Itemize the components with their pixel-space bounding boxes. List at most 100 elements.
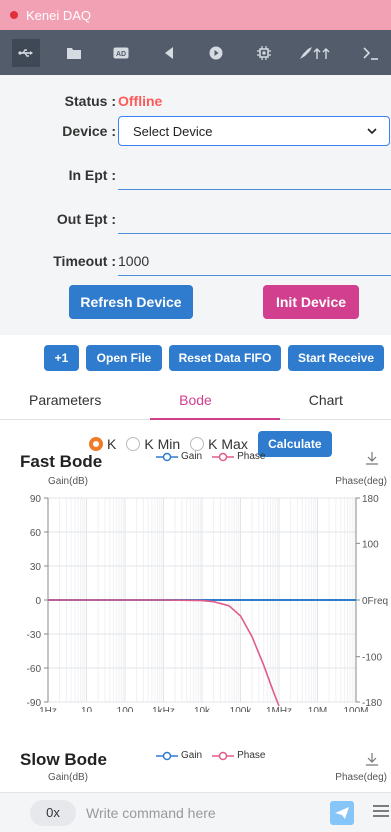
status-label: Status : xyxy=(64,93,116,109)
fast-bode-legend: Gain Phase xyxy=(156,451,275,462)
y-tick-label: 60 xyxy=(30,528,42,539)
in-ept-row: In Ept : xyxy=(0,160,391,190)
device-panel: Status : Offline Device : Select Device … xyxy=(0,75,391,335)
tab-parameters[interactable]: Parameters xyxy=(0,380,130,419)
radio-k[interactable]: K xyxy=(89,436,116,452)
slow-bode-legend: Gain Phase xyxy=(156,750,275,761)
slow-y2-axis-label: Phase(deg) xyxy=(335,772,387,783)
tab-chart[interactable]: Chart xyxy=(261,380,391,419)
app-root: Kenei DAQ AD Status : Offline Device: S… xyxy=(0,0,391,832)
radio-k-max-indicator xyxy=(190,437,205,451)
out-ept-label: Out Ept : xyxy=(56,211,116,227)
y2-tick-label: 180 xyxy=(362,494,379,505)
fast-bode-title: Fast Bode xyxy=(20,452,103,471)
radio-k-max-label: K Max xyxy=(208,436,248,452)
hex-prefix-toggle[interactable]: 0x xyxy=(30,799,76,826)
send-icon[interactable] xyxy=(330,801,354,825)
radio-k-indicator xyxy=(89,437,103,451)
open-file-button[interactable]: Open File xyxy=(86,344,162,371)
radio-k-label: K xyxy=(107,436,117,452)
device-label: Device : xyxy=(62,123,116,139)
timeout-field[interactable]: 1000 xyxy=(118,246,391,276)
device-select[interactable]: Select Device xyxy=(118,116,390,146)
y-tick-label: 90 xyxy=(30,494,42,505)
x-tick-label: 100 xyxy=(117,706,134,712)
status-row: Status : Offline xyxy=(0,91,391,111)
x-tick-label: 100k xyxy=(230,706,253,712)
usb-icon[interactable] xyxy=(12,38,40,67)
command-bar: 0x xyxy=(0,792,391,832)
y2-axis-label: Phase(deg) xyxy=(335,476,387,487)
radio-k-min-label: K Min xyxy=(144,436,181,452)
radio-k-min-indicator xyxy=(126,437,141,451)
legend-phase-slow[interactable]: Phase xyxy=(212,750,265,761)
x-tick-label: 1Hz xyxy=(39,706,57,712)
x-tick-label: 10M xyxy=(308,706,327,712)
toolbar: AD xyxy=(0,30,391,75)
out-ept-row: Out Ept : xyxy=(0,204,391,234)
legend-gain-icon xyxy=(156,452,178,461)
legend-phase[interactable]: Phase xyxy=(212,451,265,462)
tab-bode[interactable]: Bode xyxy=(130,380,260,419)
ad-icon[interactable]: AD xyxy=(107,39,135,67)
legend-phase-icon xyxy=(212,751,235,760)
legend-gain-label: Gain xyxy=(181,750,203,761)
legend-phase-label: Phase xyxy=(237,451,266,462)
x-tick-label: 100M xyxy=(343,706,368,712)
y2-tick-label: 100 xyxy=(362,539,379,550)
plus-one-button[interactable]: +1 xyxy=(44,344,79,371)
start-receive-button[interactable]: Start Receive xyxy=(288,344,384,371)
timeout-row: Timeout : 1000 xyxy=(0,246,391,276)
legend-gain-slow[interactable]: Gain xyxy=(156,750,202,761)
chevron-down-icon xyxy=(367,127,377,134)
status-badge: Offline xyxy=(118,93,163,109)
terminal-icon[interactable] xyxy=(357,39,385,67)
legend-phase-icon xyxy=(212,452,235,461)
legend-gain[interactable]: Gain xyxy=(156,451,202,462)
init-device-button[interactable]: Init Device xyxy=(263,285,359,319)
menu-icon[interactable] xyxy=(372,803,391,823)
slow-y-axis-label: Gain(dB) xyxy=(48,772,89,783)
y-tick-label: 0 xyxy=(35,596,41,607)
status-dot-icon xyxy=(10,11,18,19)
device-row: Device : Select Device xyxy=(0,116,391,146)
download-icon[interactable] xyxy=(365,451,379,468)
slow-bode-title: Slow Bode xyxy=(20,750,107,769)
refresh-device-button[interactable]: Refresh Device xyxy=(69,285,193,319)
y2-tick-label: 0Freq xyxy=(362,596,388,607)
in-ept-label: In Ept : xyxy=(68,167,116,183)
app-title: Kenei DAQ xyxy=(26,7,92,23)
bode-panel: K K Min K Max Calculate Fast Bode Gain P… xyxy=(0,420,391,802)
title-bar: Kenei DAQ xyxy=(0,0,391,30)
x-tick-label: 10 xyxy=(81,706,93,712)
in-ept-field[interactable] xyxy=(118,160,391,190)
y-tick-label: -60 xyxy=(27,664,42,675)
x-tick-label: 1kHz xyxy=(152,706,175,712)
radio-k-max[interactable]: K Max xyxy=(190,436,248,452)
download-icon[interactable] xyxy=(365,752,379,769)
play-icon[interactable] xyxy=(202,39,230,67)
y-tick-label: 30 xyxy=(30,562,42,573)
legend-phase-label: Phase xyxy=(237,750,266,761)
y2-tick-label: -100 xyxy=(362,653,382,664)
fast-bode-chart: Gain(dB) Phase(deg) 9060300-30-60-901801… xyxy=(27,476,389,712)
legend-gain-label: Gain xyxy=(181,451,203,462)
x-tick-label: 10k xyxy=(194,706,211,712)
x-tick-label: 1MHz xyxy=(266,706,292,712)
svg-text:AD: AD xyxy=(116,51,126,58)
back-icon[interactable] xyxy=(155,39,183,67)
radio-k-min[interactable]: K Min xyxy=(126,436,180,452)
device-select-value: Select Device xyxy=(133,123,213,139)
timeout-label: Timeout : xyxy=(53,253,116,269)
tab-bar: Parameters Bode Chart xyxy=(0,380,391,420)
chip-icon[interactable] xyxy=(250,39,278,67)
out-ept-field[interactable] xyxy=(118,204,391,234)
folder-icon[interactable] xyxy=(60,39,88,67)
reset-data-fifo-button[interactable]: Reset Data FIFO xyxy=(169,344,281,371)
action-bar: +1 Open File Reset Data FIFO Start Recei… xyxy=(0,335,391,380)
rocket-icon[interactable] xyxy=(297,39,337,67)
y-tick-label: -30 xyxy=(27,630,42,641)
legend-gain-icon xyxy=(156,751,178,760)
command-input[interactable] xyxy=(86,804,296,821)
y-axis-label: Gain(dB) xyxy=(48,476,88,487)
